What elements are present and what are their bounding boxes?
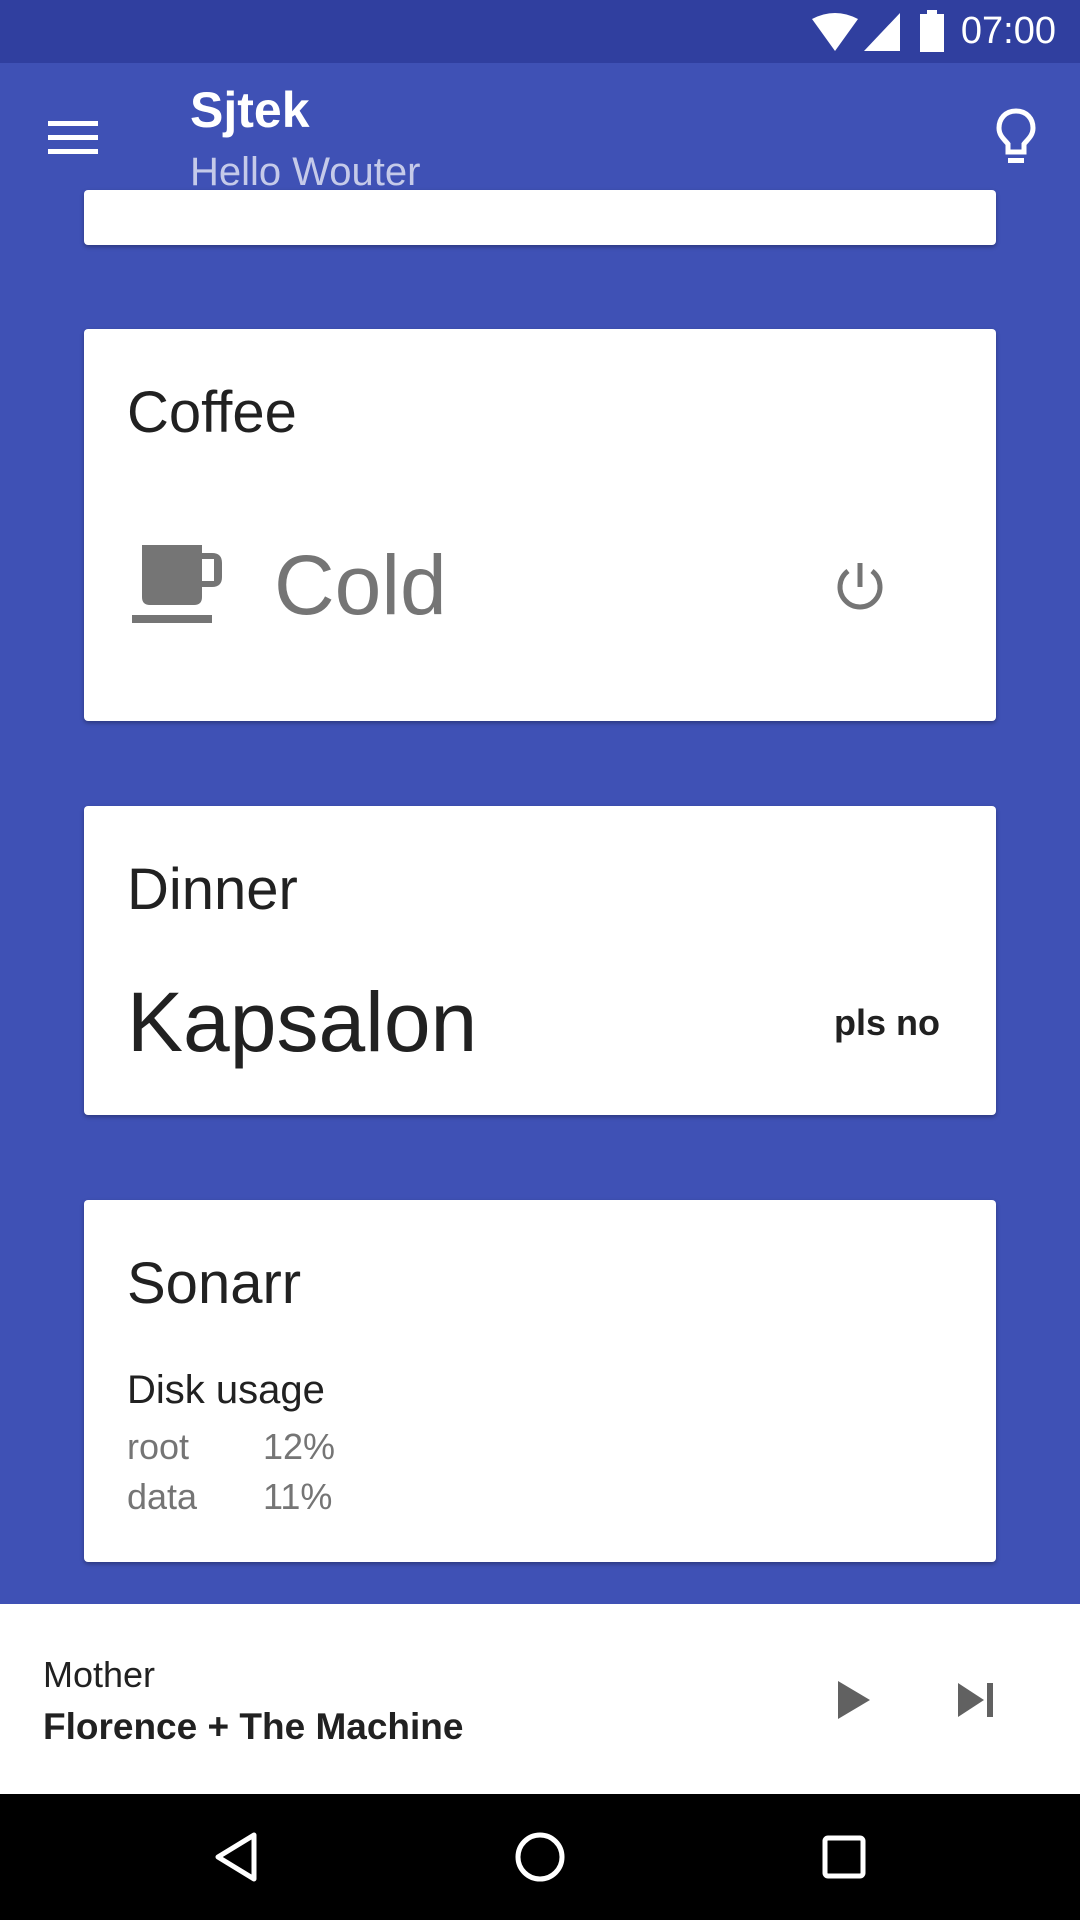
app-subtitle: Hello Wouter — [190, 150, 421, 194]
app-title: Sjtek — [190, 82, 310, 138]
disk-usage: 12% — [263, 1426, 336, 1467]
sonarr-title: Sonarr — [127, 1251, 302, 1316]
battery-icon — [920, 10, 944, 52]
app-bar: Sjtek Hello Wouter — [0, 63, 1080, 210]
disk-usage: 11% — [263, 1476, 333, 1517]
dinner-meal: Kapsalon — [127, 975, 478, 1069]
navigation-bar — [0, 1794, 1080, 1920]
pls-no-button[interactable]: pls no — [834, 1002, 940, 1044]
status-bar: 07:00 — [0, 0, 1080, 63]
media-player[interactable]: Mother Florence + The Machine — [0, 1604, 1080, 1794]
lightbulb-icon[interactable] — [996, 108, 1036, 166]
track-artist: Florence + The Machine — [43, 1706, 464, 1747]
wifi-icon — [812, 13, 858, 51]
coffee-status: Cold — [274, 538, 447, 632]
track-title: Mother — [43, 1654, 156, 1695]
skip-next-icon[interactable] — [958, 1683, 994, 1717]
menu-icon[interactable] — [48, 119, 98, 155]
clock: 07:00 — [960, 10, 1056, 52]
disk-name: root — [127, 1426, 190, 1467]
dinner-title: Dinner — [127, 857, 298, 922]
dinner-card: Dinner Kapsalon pls no — [84, 806, 996, 1115]
signal-icon — [864, 13, 900, 51]
disk-name: data — [127, 1476, 198, 1517]
sonarr-card: Sonarr Disk usage root 12% data 11% — [84, 1200, 996, 1562]
power-icon[interactable] — [834, 561, 886, 613]
partial-card — [84, 190, 996, 245]
recents-icon[interactable] — [822, 1835, 866, 1879]
back-icon[interactable] — [214, 1832, 258, 1882]
coffee-card: Coffee Cold — [84, 329, 996, 721]
home-icon[interactable] — [514, 1831, 566, 1883]
disk-usage-heading: Disk usage — [127, 1368, 325, 1412]
coffee-cup-icon — [132, 545, 222, 623]
coffee-title: Coffee — [127, 380, 297, 445]
play-icon[interactable] — [838, 1681, 870, 1719]
